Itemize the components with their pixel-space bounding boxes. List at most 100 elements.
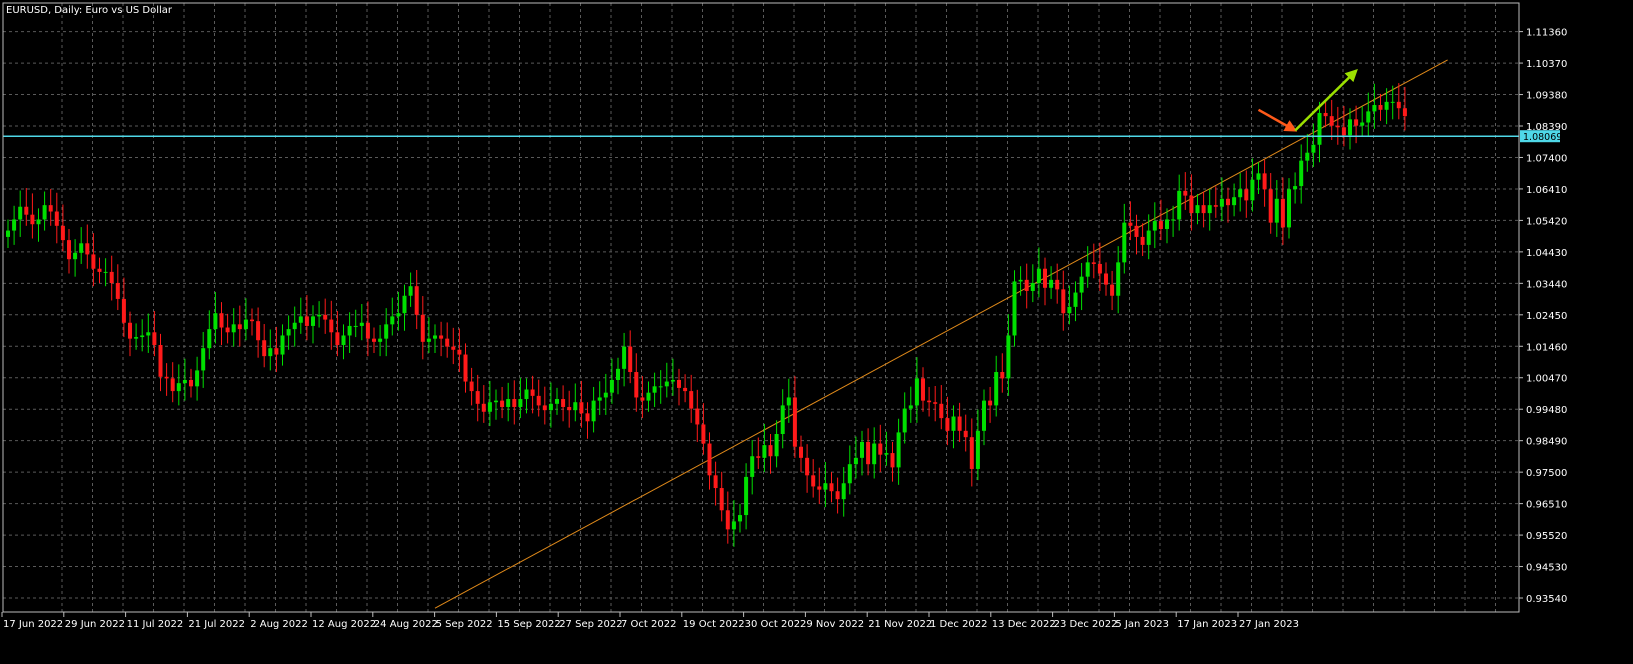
candle-body [823, 483, 828, 490]
candle-body [860, 441, 864, 458]
candle-body [30, 214, 35, 225]
candlestick-chart[interactable]: 1.08069 1.11360 1.10370 1.09380 1.08390 1.07… [0, 0, 1633, 660]
x-tick-label: 9 Nov 2022 [806, 619, 864, 630]
candle-body [536, 395, 541, 406]
candle-body [36, 219, 41, 225]
candle-body [384, 324, 389, 339]
candle-body [182, 379, 187, 384]
candle-body [914, 378, 919, 406]
candle-body [652, 386, 657, 393]
candle-body [542, 405, 547, 411]
candle-body [829, 483, 834, 492]
candle-body [1140, 236, 1145, 245]
candle-body [719, 488, 724, 511]
candle-body [1104, 273, 1108, 285]
candle-body [298, 316, 303, 323]
candle-body [701, 424, 706, 444]
candle-body [695, 408, 700, 425]
candle-body [1073, 292, 1078, 307]
candle-body [713, 475, 718, 489]
candle-body [835, 491, 840, 500]
candle-body [250, 319, 254, 322]
candle-body [585, 413, 590, 422]
y-tick-label: 1.11360 [1526, 28, 1567, 39]
candle-body [573, 402, 578, 411]
candle-body [475, 391, 480, 404]
candle-body [1146, 230, 1151, 245]
candle-body [1378, 105, 1383, 110]
candle-body [506, 399, 511, 407]
y-tick-label: 1.10370 [1526, 59, 1567, 70]
candle-body [1305, 152, 1310, 161]
x-tick-label: 29 Jun 2022 [65, 619, 125, 630]
candle-body [1372, 105, 1377, 112]
y-tick-label: 1.00470 [1526, 374, 1567, 385]
candle-body [329, 319, 334, 333]
candle-body [54, 211, 59, 226]
candle-body [640, 397, 645, 401]
candle-body [1219, 198, 1224, 207]
candle-body [1036, 268, 1041, 284]
candle-body [530, 389, 535, 396]
candle-body [408, 286, 413, 296]
candle-body [805, 457, 810, 476]
candle-body [738, 515, 742, 522]
candle-body [219, 313, 224, 328]
candle-body [1262, 173, 1267, 190]
candle-body [280, 335, 285, 355]
candle-body [85, 243, 90, 255]
x-tick-label: 1 Dec 2022 [930, 619, 988, 630]
candle-body [866, 441, 871, 465]
candle-body [365, 322, 370, 339]
candle-body [1110, 284, 1115, 296]
y-tick-label: 1.01460 [1526, 342, 1567, 353]
candle-body [1024, 279, 1029, 291]
candle-body [579, 402, 584, 414]
candle-body [372, 338, 376, 342]
candle-body [414, 286, 419, 315]
candle-body [548, 403, 553, 411]
x-tick-label: 23 Dec 2022 [1054, 619, 1118, 630]
candle-body [347, 325, 352, 336]
candle-body [1323, 112, 1328, 117]
x-tick-label: 7 Oct 2022 [621, 619, 676, 630]
candle-body [6, 230, 10, 237]
candle-body [597, 397, 602, 401]
candle-body [975, 430, 980, 469]
candle-body [969, 437, 974, 469]
candle-body [231, 324, 236, 333]
candle-body [561, 399, 566, 407]
candle-body [902, 408, 907, 433]
y-tick-label: 0.97500 [1526, 468, 1567, 479]
candle-body [957, 416, 962, 431]
candle-body [994, 372, 999, 406]
y-tick-label: 1.04430 [1526, 248, 1567, 259]
candle-body [1183, 190, 1188, 196]
candle-body [683, 387, 688, 392]
candle-body [225, 327, 230, 333]
candle-body [1030, 283, 1035, 291]
candle-body [1043, 268, 1047, 288]
x-tick-label: 12 Aug 2022 [312, 619, 376, 630]
candle-body [677, 379, 681, 388]
x-tick-label: 2 Aug 2022 [250, 619, 308, 630]
candle-body [286, 329, 291, 336]
y-tick-label: 1.07400 [1526, 153, 1567, 164]
candle-body [512, 399, 517, 407]
candle-body [323, 314, 328, 320]
candle-body [146, 332, 151, 336]
candle-body [433, 335, 437, 339]
candle-body [97, 268, 102, 272]
candle-body [762, 445, 767, 458]
candle-body [109, 271, 114, 284]
candle-body [12, 219, 17, 231]
candle-body [591, 400, 596, 422]
candle-body [24, 206, 29, 215]
candle-body [134, 337, 139, 339]
y-tick-label: 0.94530 [1526, 563, 1567, 574]
candle-body [725, 510, 730, 530]
candle-body [115, 283, 120, 299]
candle-body [140, 335, 145, 338]
x-tick-label: 21 Jul 2022 [188, 619, 245, 630]
candle-body [774, 434, 779, 457]
